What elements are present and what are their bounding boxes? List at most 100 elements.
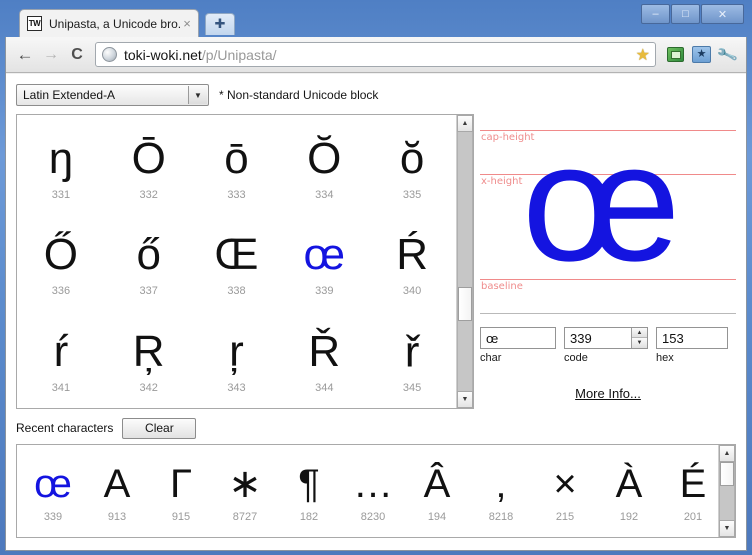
unicode-block-value: Latin Extended-A: [23, 88, 116, 102]
char-cell[interactable]: Ŗ 342: [105, 312, 193, 408]
browser-frame: ← → C toki-woki.net/p/Unipasta/ ★ ★ 🔧 La…: [5, 37, 747, 551]
recent-code: 913: [107, 510, 127, 523]
scrollbar-thumb[interactable]: [720, 462, 734, 487]
char-glyph: ŋ: [48, 134, 74, 184]
char-glyph: Ř: [308, 326, 341, 376]
forward-icon[interactable]: →: [38, 42, 64, 68]
recent-glyph: À: [615, 461, 643, 506]
code-field-label: code: [564, 352, 588, 364]
scroll-up-icon[interactable]: ▲: [457, 115, 473, 132]
recent-glyph: œ: [34, 461, 72, 506]
char-glyph: ō: [224, 134, 249, 184]
recent-item[interactable]: ‚ 8218: [469, 460, 533, 523]
char-cell[interactable]: Ŕ 340: [368, 215, 456, 311]
title-bar: TW Unipasta, a Unicode bro... × ✚ – □ ✕: [5, 4, 747, 37]
url-host: toki-woki.net: [124, 46, 202, 63]
char-cell[interactable]: ŋ 331: [17, 119, 105, 215]
char-cell[interactable]: Ő 336: [17, 215, 105, 311]
scroll-up-icon[interactable]: ▲: [719, 445, 735, 462]
recent-item-selected[interactable]: œ 339: [21, 460, 85, 523]
character-fields: œ char 339 ▲ ▼ code 153 hex: [480, 327, 736, 364]
stepper-up-icon[interactable]: ▲: [632, 328, 647, 338]
recent-code: 192: [619, 510, 639, 523]
char-cell[interactable]: ŕ 341: [17, 312, 105, 408]
recent-item[interactable]: Â 194: [405, 460, 469, 523]
recent-item[interactable]: É 201: [661, 460, 718, 523]
recent-code: 8230: [360, 510, 386, 523]
browser-tab[interactable]: TW Unipasta, a Unicode bro... ×: [19, 9, 199, 37]
char-glyph: Ŕ: [396, 230, 428, 280]
char-code: 332: [139, 189, 158, 202]
char-input[interactable]: œ: [480, 327, 556, 349]
recent-item[interactable]: … 8230: [341, 460, 405, 523]
recent-scrollbar[interactable]: ▲ ▼: [718, 445, 735, 537]
maximize-button[interactable]: □: [671, 4, 700, 24]
close-window-button[interactable]: ✕: [701, 4, 744, 24]
recent-code: 8727: [232, 510, 258, 523]
recent-item[interactable]: ¶ 182: [277, 460, 341, 523]
char-code: 340: [402, 285, 422, 298]
back-icon[interactable]: ←: [12, 42, 38, 68]
scrollbar-thumb[interactable]: [458, 287, 472, 322]
reload-icon[interactable]: C: [64, 42, 90, 68]
char-code: 342: [139, 381, 158, 394]
char-glyph: ŗ: [229, 326, 244, 376]
char-field-label: char: [480, 352, 502, 364]
char-cell[interactable]: Ř 344: [280, 312, 368, 408]
new-tab-button[interactable]: ✚: [205, 13, 235, 35]
scroll-down-icon[interactable]: ▼: [719, 520, 735, 537]
extension-button[interactable]: [663, 42, 688, 67]
favicon-icon: TW: [27, 16, 42, 31]
more-info-link[interactable]: More Info...: [480, 386, 736, 401]
recent-glyph: …: [353, 461, 393, 506]
extension-icon: [667, 47, 684, 62]
recent-glyph: ‚: [496, 461, 506, 506]
char-code: 345: [402, 381, 422, 394]
address-bar[interactable]: toki-woki.net/p/Unipasta/ ★: [95, 42, 656, 67]
bookmarks-button[interactable]: ★: [689, 42, 714, 67]
recent-item[interactable]: ∗ 8727: [213, 460, 277, 523]
char-cell[interactable]: Ō 332: [105, 119, 193, 215]
hex-input[interactable]: 153: [656, 327, 728, 349]
bookmark-star-icon[interactable]: ★: [634, 45, 652, 65]
recent-glyph: ¶: [298, 461, 320, 506]
preview-panel: cap-height x-height baseline œ œ char 33…: [480, 114, 736, 409]
browser-toolbar: ← → C toki-woki.net/p/Unipasta/ ★ ★ 🔧: [6, 37, 746, 73]
code-input[interactable]: 339 ▲ ▼: [564, 327, 648, 349]
char-cell-selected[interactable]: œ 339: [280, 215, 368, 311]
scrollbar-track[interactable]: [457, 132, 473, 391]
char-cell[interactable]: ō 333: [193, 119, 281, 215]
char-glyph: Ŗ: [132, 326, 165, 376]
char-code: 338: [227, 285, 246, 298]
character-grid-scrollbar[interactable]: ▲ ▼: [456, 115, 473, 408]
char-cell[interactable]: ŏ 335: [368, 119, 456, 215]
preview-glyph: œ: [522, 114, 681, 296]
scrollbar-track[interactable]: [719, 462, 735, 520]
close-tab-icon[interactable]: ×: [180, 17, 194, 31]
window-buttons: – □ ✕: [641, 4, 744, 24]
char-cell[interactable]: ő 337: [105, 215, 193, 311]
scroll-down-icon[interactable]: ▼: [457, 391, 473, 408]
char-cell[interactable]: Œ 338: [193, 215, 281, 311]
recent-item[interactable]: À 192: [597, 460, 661, 523]
url-path: /p/Unipasta/: [201, 46, 277, 63]
menu-button[interactable]: 🔧: [715, 42, 740, 67]
recent-item[interactable]: × 215: [533, 460, 597, 523]
code-stepper[interactable]: ▲ ▼: [631, 328, 647, 348]
globe-icon: [102, 47, 117, 62]
minimize-button[interactable]: –: [641, 4, 670, 24]
chevron-down-icon[interactable]: ▼: [188, 86, 207, 104]
char-cell[interactable]: ŗ 343: [193, 312, 281, 408]
char-cell[interactable]: ř 345: [368, 312, 456, 408]
recent-item[interactable]: Α 913: [85, 460, 149, 523]
char-cell[interactable]: Ŏ 334: [280, 119, 368, 215]
char-field-group: œ char: [480, 327, 556, 364]
char-code: 343: [227, 381, 246, 394]
non-standard-block-note: * Non-standard Unicode block: [219, 88, 379, 102]
stepper-down-icon[interactable]: ▼: [632, 338, 647, 348]
clear-button[interactable]: Clear: [122, 417, 197, 439]
unicode-block-select[interactable]: Latin Extended-A ▼: [16, 84, 209, 106]
tab-strip: TW Unipasta, a Unicode bro... × ✚: [5, 9, 747, 37]
recent-item[interactable]: Γ 915: [149, 460, 213, 523]
char-glyph: ő: [136, 230, 161, 280]
